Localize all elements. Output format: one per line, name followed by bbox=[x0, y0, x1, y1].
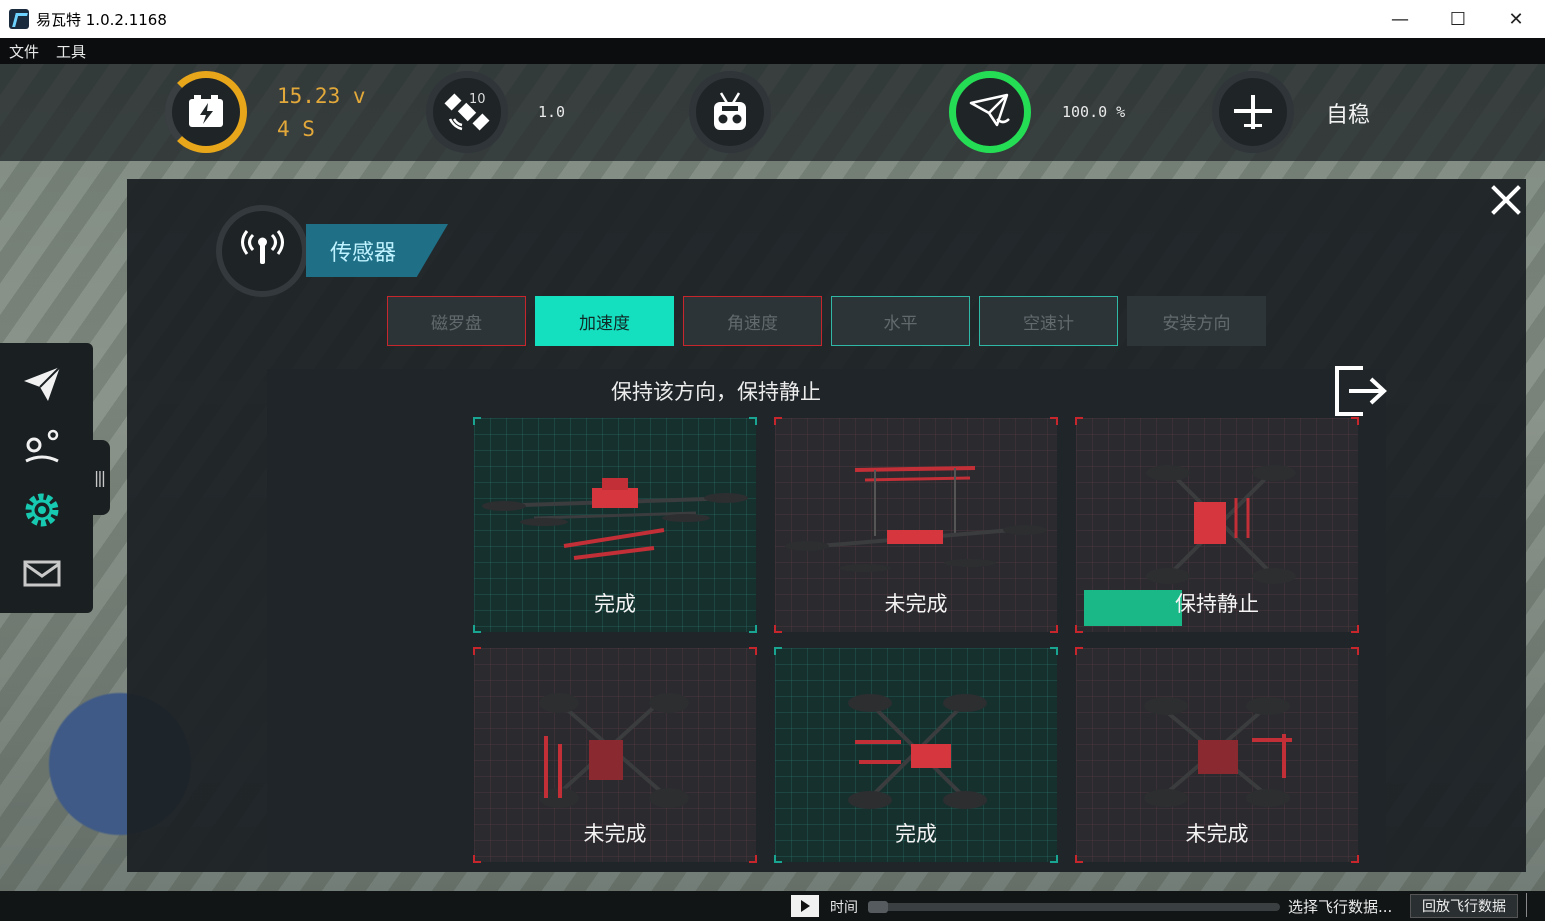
bottom-divider bbox=[1526, 893, 1538, 917]
flight-mode-gauge[interactable] bbox=[1212, 71, 1294, 153]
signal-value: 100.0 % bbox=[1062, 103, 1126, 121]
calibration-instruction: 保持该方向，保持静止 bbox=[611, 380, 821, 404]
tab-accelerometer[interactable]: 加速度 bbox=[535, 296, 674, 346]
paper-plane-signal-icon bbox=[969, 93, 1010, 127]
battery-voltage: 15.23 v bbox=[277, 84, 366, 108]
window-title: 易瓦特 1.0.2.1168 bbox=[36, 10, 167, 29]
battery-gauge[interactable] bbox=[165, 71, 247, 153]
tab-compass[interactable]: 磁罗盘 bbox=[387, 296, 526, 346]
gps-satellite-count: 10 bbox=[469, 92, 486, 107]
flight-mode-value: 自稳 bbox=[1326, 103, 1371, 128]
menu-bar: 文件 工具 bbox=[0, 38, 1545, 64]
menu-tools[interactable]: 工具 bbox=[56, 41, 86, 62]
orientation-card-level[interactable]: 完成 bbox=[473, 417, 757, 633]
menu-file[interactable]: 文件 bbox=[9, 41, 39, 62]
exit-icon[interactable] bbox=[1333, 364, 1389, 418]
left-sidebar bbox=[0, 343, 93, 613]
sidebar-mail-icon[interactable] bbox=[20, 551, 64, 595]
playback-slider[interactable] bbox=[868, 903, 1280, 911]
playback-slider-handle[interactable] bbox=[868, 901, 888, 913]
close-window-button[interactable]: ✕ bbox=[1487, 0, 1545, 38]
orientation-card-inverted[interactable]: 未完成 bbox=[774, 417, 1058, 633]
sidebar-route-icon[interactable] bbox=[20, 425, 64, 469]
orientation-card-nose-down[interactable]: 保持静止 bbox=[1075, 417, 1359, 633]
sensor-signal-icon bbox=[241, 230, 284, 264]
orientation-card-left-side[interactable]: 未完成 bbox=[473, 647, 757, 863]
time-label: 时间 bbox=[830, 900, 858, 916]
minimize-button[interactable]: — bbox=[1371, 0, 1429, 38]
sidebar-settings-gear-icon[interactable] bbox=[20, 488, 64, 532]
gps-gauge[interactable] bbox=[426, 71, 508, 153]
window-controls: — ☐ ✕ bbox=[1371, 0, 1545, 38]
replay-flight-data-button[interactable]: 回放飞行数据 bbox=[1410, 894, 1518, 918]
signal-gauge[interactable] bbox=[949, 71, 1031, 153]
card-status-label: 未完成 bbox=[884, 592, 948, 616]
remote-control-gauge[interactable] bbox=[689, 71, 771, 153]
tab-gyroscope[interactable]: 角速度 bbox=[683, 296, 822, 346]
tab-level[interactable]: 水平 bbox=[831, 296, 970, 346]
maximize-button[interactable]: ☐ bbox=[1429, 0, 1487, 38]
play-button[interactable] bbox=[791, 895, 819, 917]
card-status-label: 完成 bbox=[895, 822, 937, 846]
card-status-label: 未完成 bbox=[1185, 822, 1249, 846]
orientation-card-nose-up[interactable]: 完成 bbox=[774, 647, 1058, 863]
card-status-label: 未完成 bbox=[583, 822, 647, 846]
battery-cells: 4 S bbox=[277, 117, 315, 141]
sidebar-collapse-handle[interactable]: ||| bbox=[88, 440, 110, 515]
tab-mount-orientation[interactable]: 安装方向 bbox=[1127, 296, 1266, 346]
app-logo-icon bbox=[9, 9, 29, 29]
close-panel-icon[interactable] bbox=[1489, 183, 1523, 217]
tab-airspeed[interactable]: 空速计 bbox=[979, 296, 1118, 346]
sidebar-flight-icon[interactable] bbox=[20, 361, 64, 405]
card-status-label: 保持静止 bbox=[1175, 592, 1259, 616]
sensor-badge bbox=[216, 205, 308, 297]
orientation-card-right-side[interactable]: 未完成 bbox=[1075, 647, 1359, 863]
airplane-icon bbox=[1234, 95, 1272, 129]
title-bar: 易瓦特 1.0.2.1168 — ☐ ✕ bbox=[0, 0, 1545, 38]
battery-icon bbox=[189, 95, 223, 127]
select-flight-data-link[interactable]: 选择飞行数据... bbox=[1288, 896, 1392, 917]
card-status-label: 完成 bbox=[594, 592, 636, 616]
gps-value: 1.0 bbox=[538, 103, 566, 121]
remote-controller-icon bbox=[714, 92, 746, 130]
